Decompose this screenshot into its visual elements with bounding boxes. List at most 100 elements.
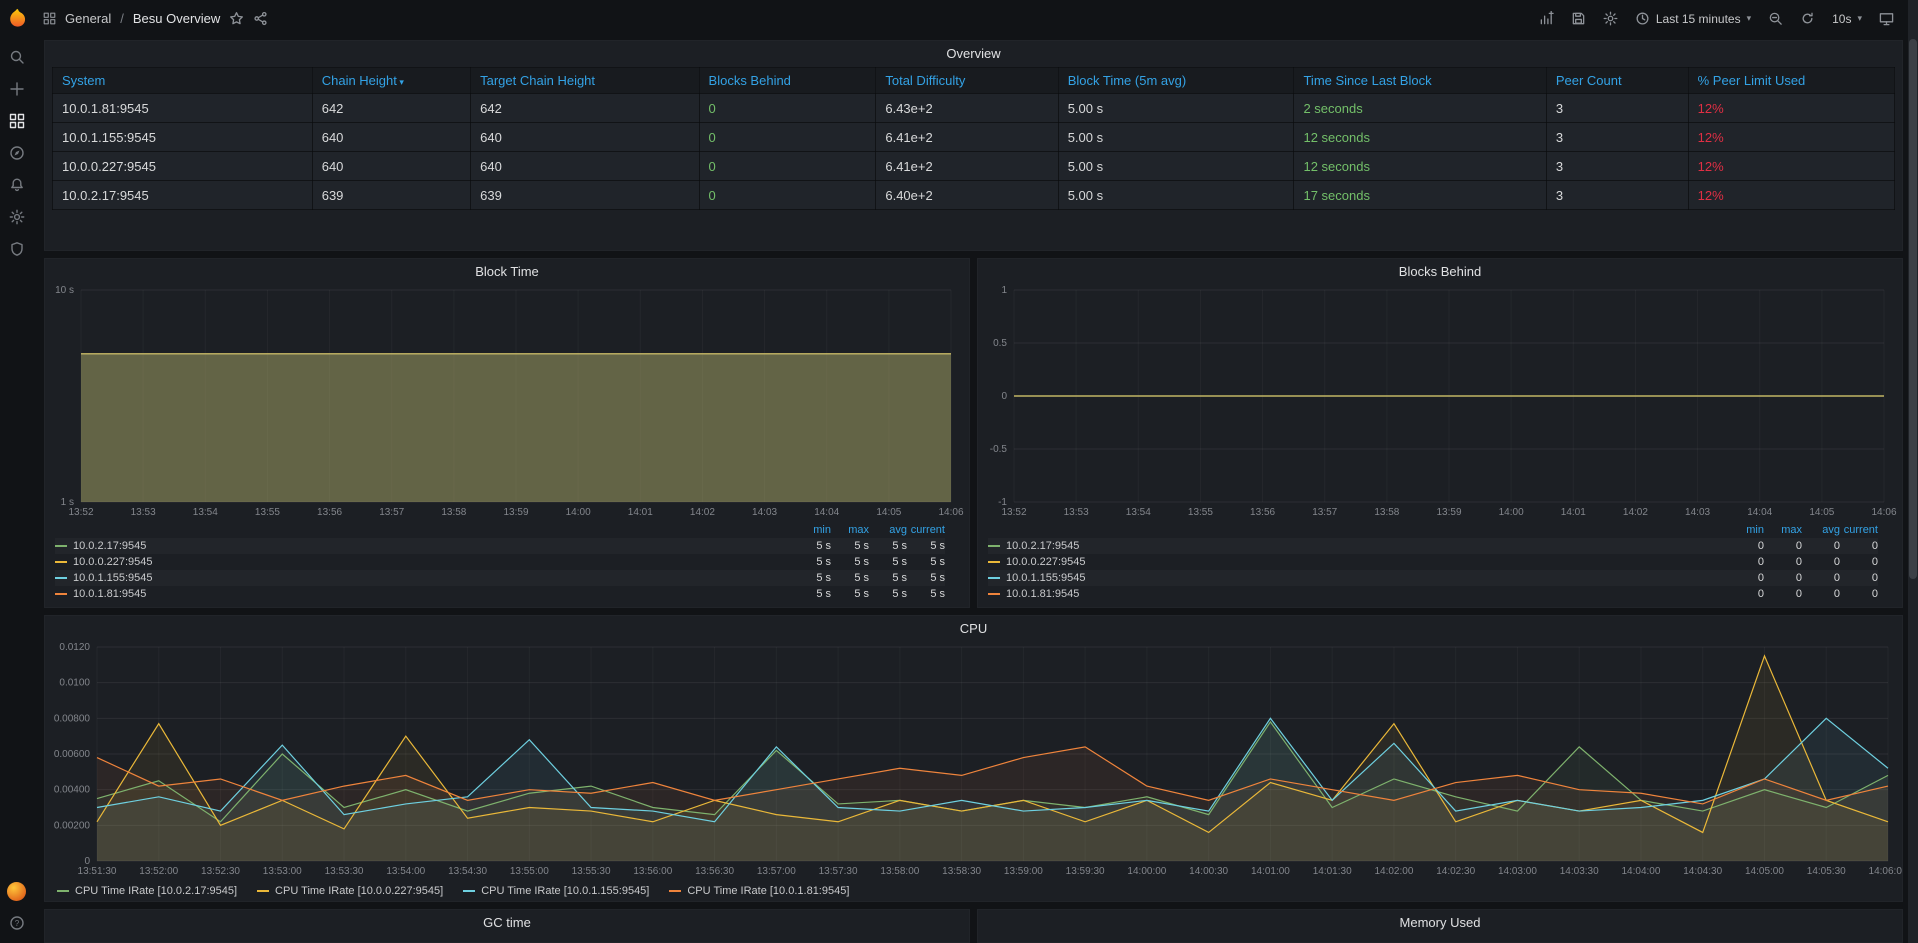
svg-text:13:58: 13:58 <box>1374 507 1399 518</box>
panel-title[interactable]: Overview <box>45 41 1902 66</box>
legend-stat-value: 0 <box>1802 540 1840 552</box>
table-cell: 0 <box>699 181 876 210</box>
legend-series-name[interactable]: 10.0.0.227:9545 <box>988 556 1726 568</box>
block-time-chart[interactable]: 13:5213:5313:5413:5513:5613:5713:5813:59… <box>45 284 969 522</box>
legend-series-name[interactable]: 10.0.1.81:9545 <box>55 588 793 600</box>
user-avatar[interactable] <box>7 882 26 901</box>
column-header[interactable]: Time Since Last Block <box>1294 68 1546 94</box>
svg-text:0: 0 <box>1001 391 1007 402</box>
sidebar-item-server-admin[interactable] <box>9 241 25 257</box>
chevron-down-icon: ▾ <box>1747 13 1752 24</box>
sidebar-item-help[interactable]: ? <box>9 915 25 931</box>
legend-stat-value: 0 <box>1840 540 1878 552</box>
svg-text:14:04:30: 14:04:30 <box>1683 866 1722 877</box>
sidebar-item-create[interactable] <box>9 81 25 97</box>
svg-text:14:02:30: 14:02:30 <box>1436 866 1475 877</box>
legend-stat-header[interactable]: current <box>1840 524 1878 536</box>
breadcrumb-title[interactable]: Besu Overview <box>133 11 220 26</box>
legend-stat-value: 5 s <box>907 572 945 584</box>
svg-text:0.00600: 0.00600 <box>54 749 91 760</box>
cpu-chart[interactable]: 13:51:3013:52:0013:52:3013:53:0013:53:30… <box>45 641 1902 881</box>
table-cell: 640 <box>471 123 699 152</box>
panel-title[interactable]: Blocks Behind <box>978 259 1902 284</box>
legend-series-name[interactable]: CPU Time IRate [10.0.1.81:9545] <box>669 885 849 897</box>
legend-series-name[interactable]: CPU Time IRate [10.0.1.155:9545] <box>463 885 649 897</box>
scrollbar-thumb[interactable] <box>1909 39 1917 579</box>
breadcrumb-folder[interactable]: General <box>65 11 111 26</box>
sidebar-item-alerting[interactable] <box>9 177 25 193</box>
dashboard-settings-icon[interactable] <box>1603 11 1618 26</box>
svg-text:13:51:30: 13:51:30 <box>78 866 117 877</box>
svg-text:14:06:00: 14:06:00 <box>1869 866 1902 877</box>
table-cell: 639 <box>312 181 470 210</box>
legend-series-swatch-icon <box>988 561 1000 563</box>
svg-text:13:56:30: 13:56:30 <box>695 866 734 877</box>
panel-title[interactable]: Memory Used <box>978 910 1902 935</box>
legend-stat-value: 0 <box>1726 588 1764 600</box>
column-header[interactable]: Block Time (5m avg) <box>1058 68 1294 94</box>
column-header[interactable]: System <box>53 68 313 94</box>
legend-row: 10.0.2.17:95450000 <box>988 538 1878 554</box>
svg-text:14:06: 14:06 <box>1871 507 1896 518</box>
refresh-icon[interactable] <box>1800 11 1815 26</box>
table-cell: 12 seconds <box>1294 152 1546 181</box>
table-cell: 6.41e+2 <box>876 152 1058 181</box>
legend-row: 10.0.0.227:95455 s5 s5 s5 s <box>55 554 945 570</box>
legend-stat-header[interactable]: max <box>831 524 869 536</box>
legend-series-name[interactable]: 10.0.2.17:9545 <box>55 540 793 552</box>
column-header[interactable]: Total Difficulty <box>876 68 1058 94</box>
svg-text:13:55: 13:55 <box>1188 507 1213 518</box>
sidebar-item-explore[interactable] <box>9 145 25 161</box>
legend-stat-value: 0 <box>1764 588 1802 600</box>
legend-series-name[interactable]: 10.0.2.17:9545 <box>988 540 1726 552</box>
save-dashboard-icon[interactable] <box>1571 11 1586 26</box>
share-icon[interactable] <box>253 11 268 26</box>
legend-series-name[interactable]: 10.0.1.155:9545 <box>988 572 1726 584</box>
legend-stat-header[interactable]: max <box>1764 524 1802 536</box>
legend-stat-header[interactable]: min <box>1726 524 1764 536</box>
column-header[interactable]: Blocks Behind <box>699 68 876 94</box>
refresh-interval-dropdown[interactable]: 10s ▾ <box>1832 12 1862 26</box>
add-panel-icon[interactable] <box>1539 11 1554 26</box>
cycle-view-icon[interactable] <box>1879 11 1894 26</box>
column-header[interactable]: Chain Height ▾ <box>312 68 470 94</box>
sidebar-item-dashboards[interactable] <box>9 113 25 129</box>
dashboard: Overview SystemChain Height ▾Target Chai… <box>33 37 1903 943</box>
panel-title[interactable]: CPU <box>45 616 1902 641</box>
legend-stat-header[interactable]: min <box>793 524 831 536</box>
legend-stat-header[interactable]: avg <box>869 524 907 536</box>
legend-stat-value: 0 <box>1764 572 1802 584</box>
svg-text:13:57: 13:57 <box>1312 507 1337 518</box>
legend-series-name[interactable]: CPU Time IRate [10.0.2.17:9545] <box>57 885 237 897</box>
svg-text:14:02:00: 14:02:00 <box>1374 866 1413 877</box>
time-range-label: Last 15 minutes <box>1656 12 1741 26</box>
column-header[interactable]: Target Chain Height <box>471 68 699 94</box>
table-cell: 2 seconds <box>1294 94 1546 123</box>
zoom-out-icon[interactable] <box>1768 11 1783 26</box>
legend-stat-value: 5 s <box>831 540 869 552</box>
column-header[interactable]: Peer Count <box>1546 68 1688 94</box>
legend-series-name[interactable]: 10.0.1.155:9545 <box>55 572 793 584</box>
legend-series-name[interactable]: CPU Time IRate [10.0.0.227:9545] <box>257 885 443 897</box>
column-header[interactable]: % Peer Limit Used <box>1688 68 1894 94</box>
svg-text:13:59: 13:59 <box>1436 507 1461 518</box>
scrollbar-track[interactable] <box>1908 0 1918 943</box>
blocks-behind-chart[interactable]: 13:5213:5313:5413:5513:5613:5713:5813:59… <box>978 284 1902 522</box>
panel-title[interactable]: GC time <box>45 910 969 935</box>
legend-stat-header[interactable]: current <box>907 524 945 536</box>
legend-series-swatch-icon <box>988 545 1000 547</box>
clock-icon <box>1635 11 1650 26</box>
legend-stat-value: 5 s <box>793 540 831 552</box>
panel-title[interactable]: Block Time <box>45 259 969 284</box>
legend-stat-value: 5 s <box>869 588 907 600</box>
legend-series-name[interactable]: 10.0.0.227:9545 <box>55 556 793 568</box>
legend-series-name[interactable]: 10.0.1.81:9545 <box>988 588 1726 600</box>
time-picker[interactable]: Last 15 minutes ▾ <box>1635 11 1751 26</box>
legend-stat-header[interactable]: avg <box>1802 524 1840 536</box>
star-icon[interactable] <box>229 11 244 26</box>
sidebar-item-search[interactable] <box>9 49 25 65</box>
sidebar-item-configuration[interactable] <box>9 209 25 225</box>
grafana-logo[interactable] <box>0 0 33 37</box>
memory-used-panel: Memory Used <box>977 909 1903 943</box>
cpu-legend: CPU Time IRate [10.0.2.17:9545] CPU Time … <box>45 881 1902 901</box>
